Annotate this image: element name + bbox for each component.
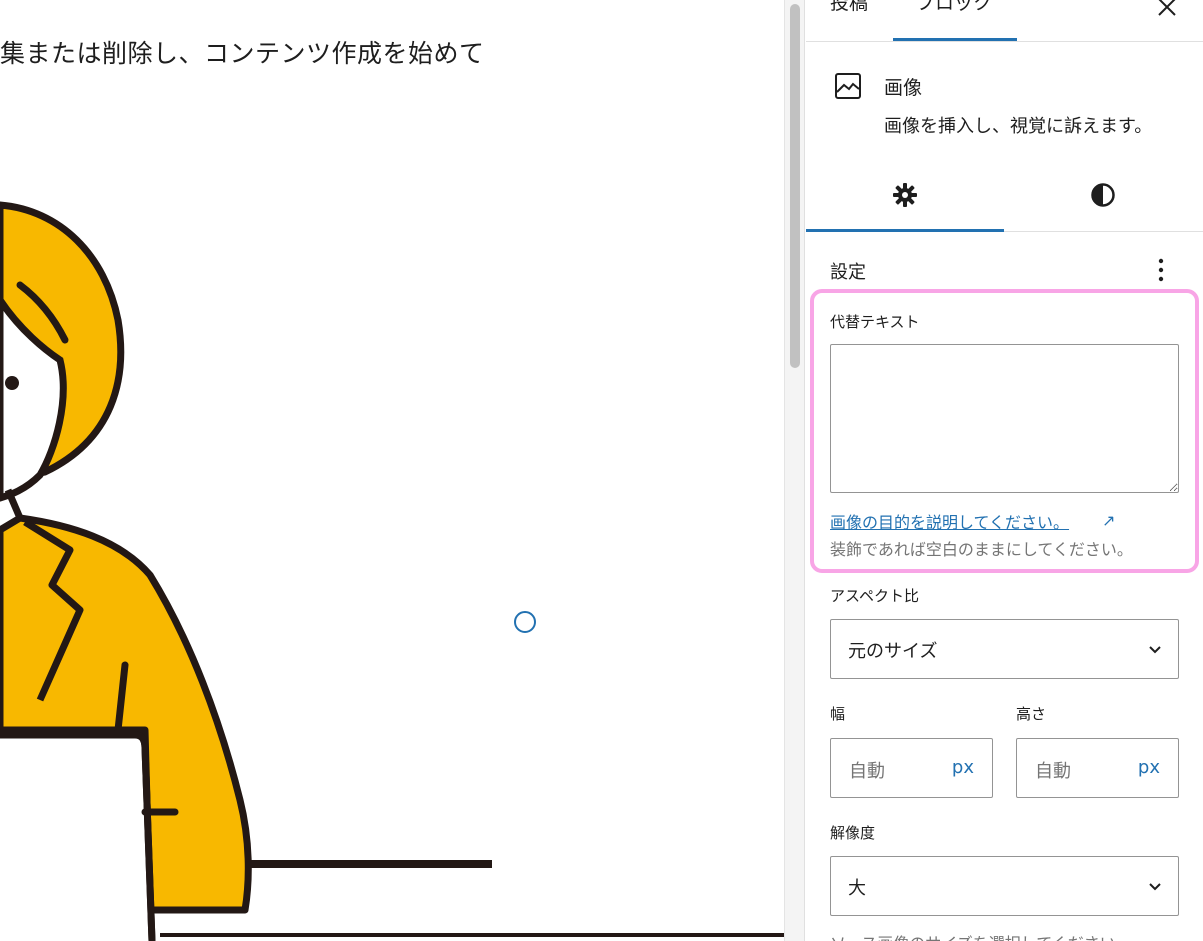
resolution-select[interactable]: 大 (830, 856, 1179, 916)
tab-block[interactable]: ブロック (916, 0, 992, 15)
active-panel-indicator (806, 229, 1004, 232)
height-label: 高さ (1016, 705, 1047, 723)
contrast-icon (1091, 183, 1115, 207)
resolution-label: 解像度 (830, 824, 876, 842)
alt-text-help-link[interactable]: 画像の目的を説明してください。 (830, 509, 1069, 533)
image-block-illustration[interactable] (0, 0, 784, 941)
aspect-ratio-select[interactable]: 元のサイズ (830, 619, 1179, 679)
close-icon[interactable] (1154, 0, 1180, 20)
block-card: 画像 画像を挿入し、視覚に訴えます。 (806, 42, 1203, 152)
chevron-down-icon (1149, 883, 1161, 891)
tab-post[interactable]: 投稿 (830, 0, 868, 15)
gear-icon (893, 183, 917, 207)
width-unit[interactable]: px (952, 757, 974, 778)
scrollbar-thumb[interactable] (790, 4, 800, 368)
alt-text-help: 装飾であれば空白のままにしてください。 (830, 540, 1133, 559)
editor-canvas: 集または削除し、コンテンツ作成を始めて (0, 0, 784, 941)
height-placeholder: 自動 (1035, 761, 1071, 782)
width-input[interactable]: 自動 px (830, 738, 993, 798)
aspect-ratio-label: アスペクト比 (830, 587, 919, 605)
aspect-ratio-value: 元のサイズ (848, 641, 938, 662)
external-link-icon: ↗ (1102, 511, 1116, 530)
more-options-icon[interactable] (1150, 255, 1172, 285)
width-placeholder: 自動 (849, 761, 885, 782)
alt-text-textarea[interactable] (830, 344, 1179, 493)
chevron-down-icon (1149, 646, 1161, 654)
width-label: 幅 (830, 705, 846, 723)
resolution-value: 大 (848, 878, 866, 899)
height-input[interactable]: 自動 px (1016, 738, 1179, 798)
settings-sidebar: 投稿 ブロック 画像 画像を挿入し、視覚に訴えます。 設定 代替テキスト 画像の… (806, 0, 1203, 941)
canvas-scrollbar[interactable] (784, 0, 805, 941)
image-resize-handle[interactable] (514, 611, 536, 633)
block-description: 画像を挿入し、視覚に訴えます。 (884, 116, 1153, 137)
active-tab-indicator (893, 38, 1017, 41)
block-title: 画像 (884, 77, 923, 99)
height-unit[interactable]: px (1138, 757, 1160, 778)
sidebar-tabs: 投稿 ブロック (806, 0, 1203, 42)
inspector-tabs (806, 160, 1203, 232)
image-icon (835, 73, 861, 99)
alt-text-label: 代替テキスト (830, 313, 920, 331)
settings-panel-heading: 設定 (830, 262, 866, 283)
tab-settings[interactable] (806, 160, 1004, 232)
tab-styles[interactable] (1004, 160, 1202, 232)
resolution-help: ソース画像のサイズを選択してください。 (830, 930, 1132, 941)
